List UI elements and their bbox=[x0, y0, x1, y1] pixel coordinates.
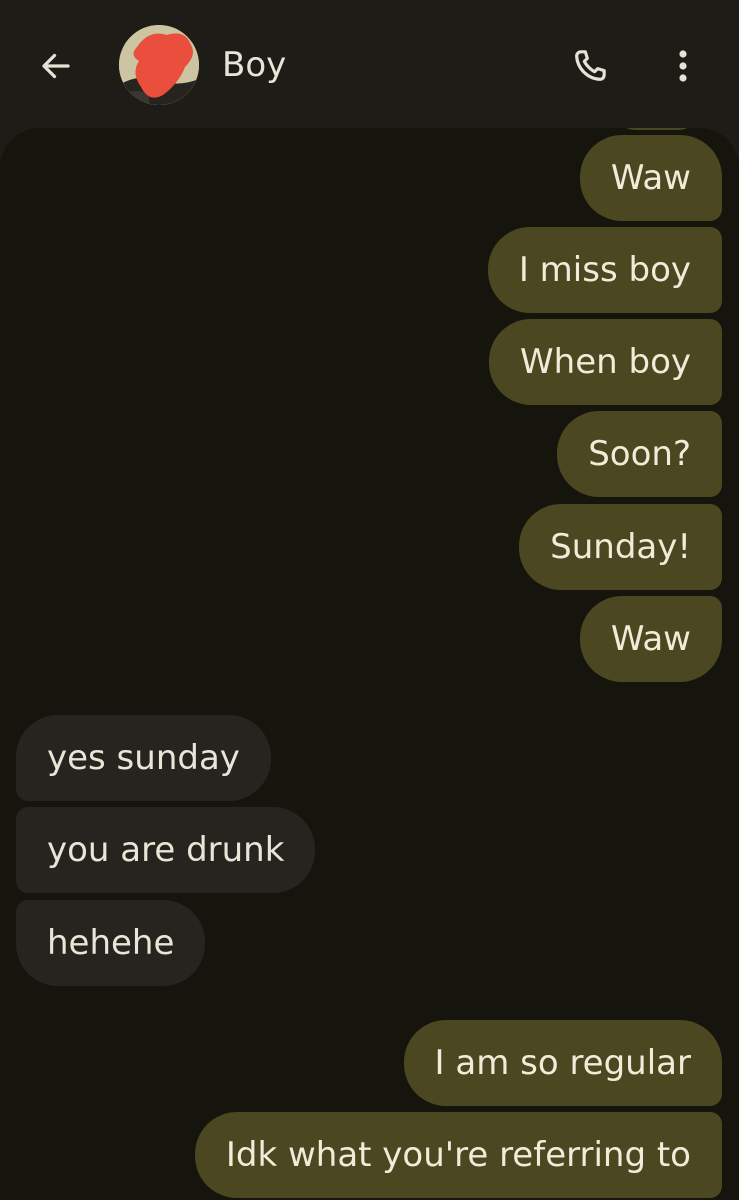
message-text: hehehe bbox=[47, 923, 175, 963]
more-vertical-icon bbox=[679, 50, 687, 82]
incoming-message[interactable]: you are drunk bbox=[16, 807, 316, 893]
more-options-button[interactable] bbox=[658, 38, 708, 94]
message-text: Soon? bbox=[588, 434, 691, 474]
contact-name: Boy bbox=[222, 45, 287, 85]
outgoing-message[interactable]: Waw bbox=[579, 596, 722, 682]
outgoing-message[interactable]: I am so regular bbox=[403, 1020, 722, 1106]
outgoing-message[interactable]: Idk what you're referring to bbox=[194, 1112, 722, 1198]
message-text: I am so regular bbox=[434, 1043, 691, 1083]
message-text: yes sunday bbox=[47, 738, 240, 778]
outgoing-message[interactable]: Waw bbox=[579, 135, 722, 221]
back-button[interactable] bbox=[26, 38, 86, 94]
avatar-image bbox=[119, 25, 199, 105]
message-text: Waw bbox=[610, 619, 691, 659]
incoming-message[interactable]: yes sunday bbox=[16, 715, 271, 801]
message-text: Sunday! bbox=[550, 527, 691, 567]
outgoing-message[interactable]: Soon? bbox=[557, 411, 722, 497]
message-text: When boy bbox=[520, 342, 691, 382]
outgoing-message[interactable]: I miss boy bbox=[487, 227, 722, 313]
incoming-message[interactable]: hehehe bbox=[16, 900, 206, 986]
outgoing-message[interactable]: When boy bbox=[489, 319, 722, 405]
conversation-header: Boy bbox=[0, 0, 739, 128]
partial-message-bubble bbox=[617, 128, 697, 130]
message-list[interactable]: Waw I miss boy When boy Soon? Sunday! Wa… bbox=[0, 128, 739, 1200]
outgoing-message[interactable]: Sunday! bbox=[519, 504, 722, 590]
avatar[interactable] bbox=[119, 25, 199, 105]
messaging-app: Boy Waw I miss boy When boy Soon? Sunday… bbox=[0, 0, 739, 1200]
call-button[interactable] bbox=[562, 38, 618, 94]
phone-icon bbox=[575, 50, 606, 81]
message-text: Waw bbox=[610, 158, 691, 198]
message-text: I miss boy bbox=[518, 250, 691, 290]
message-text: Idk what you're referring to bbox=[225, 1135, 691, 1175]
message-text: you are drunk bbox=[47, 830, 285, 870]
arrow-left-icon bbox=[42, 53, 70, 79]
